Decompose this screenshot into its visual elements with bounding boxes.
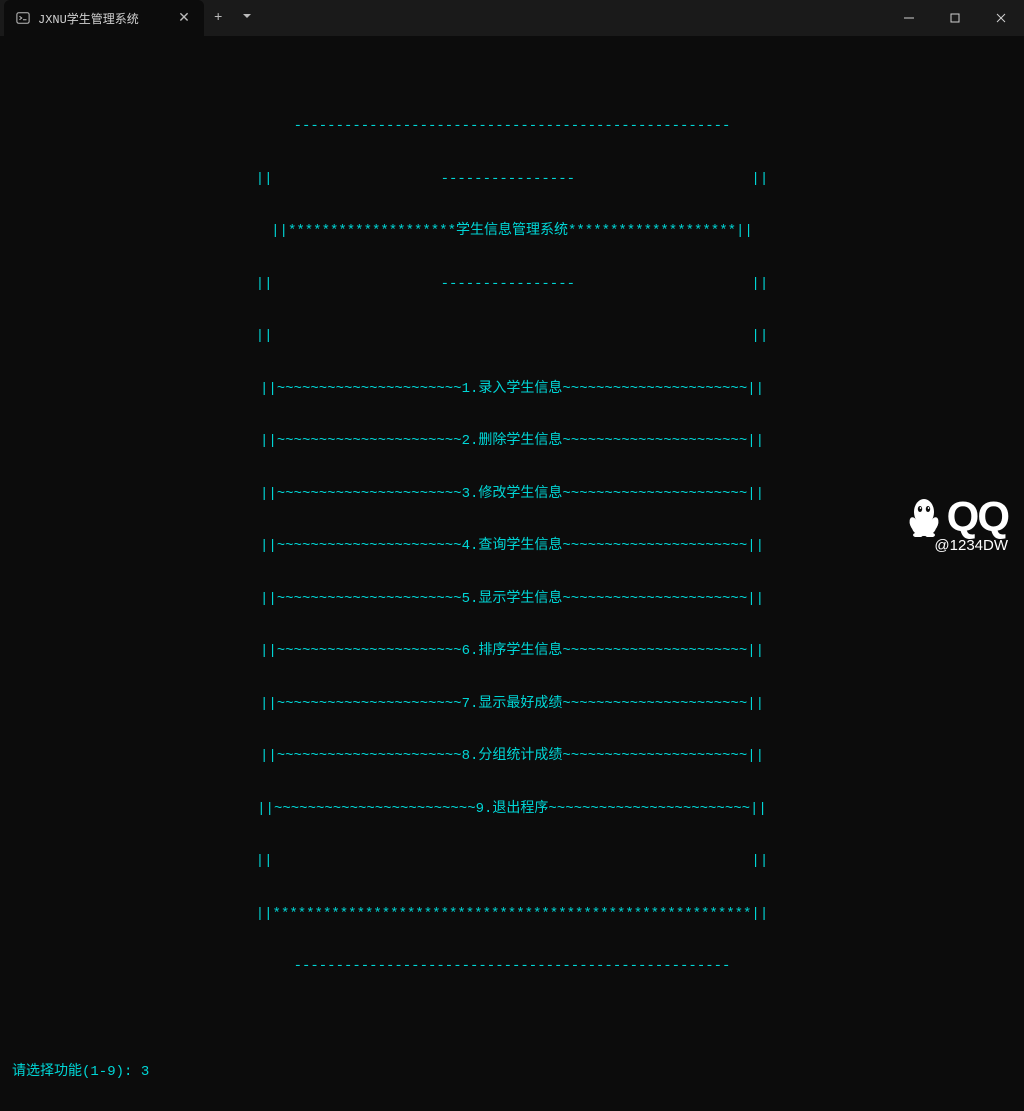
menu-item: ||~~~~~~~~~~~~~~~~~~~~~~~~9.退出程序~~~~~~~~…	[10, 801, 1014, 819]
maximize-button[interactable]	[932, 0, 978, 36]
terminal-icon	[16, 11, 30, 25]
window-controls	[886, 0, 1024, 36]
tab-close-icon[interactable]: ✕	[176, 10, 192, 27]
ascii-menu: ----------------------------------------…	[10, 83, 1014, 1011]
terminal-tab[interactable]: JXNU学生管理系统 ✕	[4, 0, 204, 36]
menu-header-mid: || ---------------- ||	[10, 171, 1014, 189]
window-titlebar: JXNU学生管理系统 ✕ +	[0, 0, 1024, 36]
watermark-handle: @1234DW	[907, 537, 1008, 554]
watermark: QQ @1234DW	[907, 493, 1008, 554]
menu-item: ||~~~~~~~~~~~~~~~~~~~~~~7.显示最好成绩~~~~~~~~…	[10, 696, 1014, 714]
menu-blank: || ||	[10, 853, 1014, 871]
menu-item: ||~~~~~~~~~~~~~~~~~~~~~~5.显示学生信息~~~~~~~~…	[10, 591, 1014, 609]
new-tab-button[interactable]: +	[204, 10, 232, 26]
menu-blank: || ||	[10, 328, 1014, 346]
menu-header-bot: || ---------------- ||	[10, 276, 1014, 294]
prompt-label: 请选择功能(1-9):	[12, 1064, 132, 1080]
qq-brand-text: QQ	[947, 493, 1008, 541]
penguin-icon	[907, 497, 941, 537]
close-button[interactable]	[978, 0, 1024, 36]
menu-item: ||~~~~~~~~~~~~~~~~~~~~~~1.录入学生信息~~~~~~~~…	[10, 381, 1014, 399]
menu-item: ||~~~~~~~~~~~~~~~~~~~~~~8.分组统计成绩~~~~~~~~…	[10, 748, 1014, 766]
menu-rule-top: ----------------------------------------…	[10, 118, 1014, 136]
prompt-line: 请选择功能(1-9): 3	[10, 1064, 1014, 1082]
tab-dropdown-icon[interactable]	[232, 10, 262, 26]
menu-item: ||~~~~~~~~~~~~~~~~~~~~~~6.排序学生信息~~~~~~~~…	[10, 643, 1014, 661]
tab-title: JXNU学生管理系统	[38, 10, 168, 27]
qq-logo: QQ	[907, 493, 1008, 541]
terminal-body[interactable]: ----------------------------------------…	[0, 36, 1024, 1111]
menu-footer: ||**************************************…	[10, 906, 1014, 924]
menu-rule-bottom: ----------------------------------------…	[10, 958, 1014, 976]
minimize-button[interactable]	[886, 0, 932, 36]
menu-item: ||~~~~~~~~~~~~~~~~~~~~~~3.修改学生信息~~~~~~~~…	[10, 486, 1014, 504]
menu-item: ||~~~~~~~~~~~~~~~~~~~~~~2.删除学生信息~~~~~~~~…	[10, 433, 1014, 451]
menu-item: ||~~~~~~~~~~~~~~~~~~~~~~4.查询学生信息~~~~~~~~…	[10, 538, 1014, 556]
menu-header: ||********************学生信息管理系统**********…	[10, 223, 1014, 241]
prompt-input[interactable]: 3	[132, 1064, 149, 1080]
